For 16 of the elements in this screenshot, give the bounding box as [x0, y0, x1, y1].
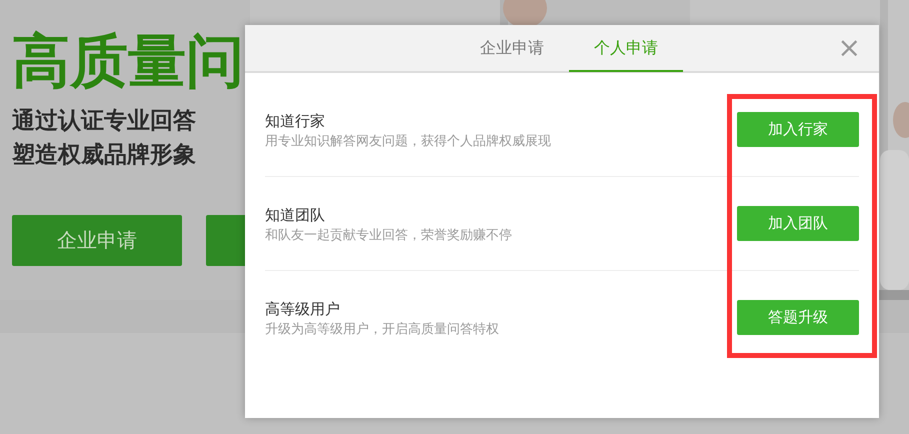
action-button[interactable]: 加入行家 [737, 112, 859, 147]
action-button[interactable]: 答题升级 [737, 300, 859, 335]
item-title: 高等级用户 [265, 298, 341, 320]
tab[interactable]: 企业申请 [455, 25, 569, 71]
apply-button[interactable]: 企业申请 [12, 215, 182, 266]
item-title: 知道行家 [265, 110, 326, 132]
item-title: 知道团队 [265, 204, 326, 226]
item-description: 升级为高等级用户，开启高质量问答特权 [265, 320, 499, 338]
headline: 高质量问 [12, 26, 244, 96]
tagline: 塑造权威品牌形象 [12, 140, 196, 170]
action-button[interactable]: 加入团队 [737, 206, 859, 241]
tagline: 通过认证专业回答 [12, 107, 196, 136]
item-description: 和队友一起贡献专业回答，荣誉奖励赚不停 [265, 226, 512, 244]
item-description: 用专业知识解答网友问题，获得个人品牌权威展现 [265, 132, 551, 150]
close-icon[interactable]: × [838, 34, 861, 62]
tab[interactable]: 个人申请 [569, 25, 683, 72]
